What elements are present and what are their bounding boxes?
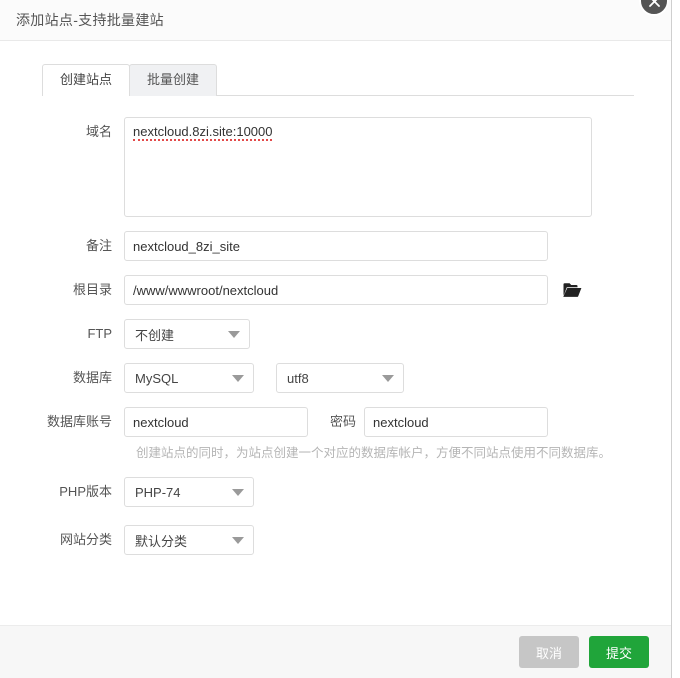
dialog-header: 添加站点-支持批量建站 [0, 0, 671, 41]
chevron-down-icon [382, 375, 394, 382]
chevron-down-icon [232, 489, 244, 496]
db-account-input[interactable] [124, 407, 308, 437]
form-row-root-dir: 根目录 [0, 275, 671, 305]
page-title: 添加站点-支持批量建站 [16, 12, 164, 28]
folder-open-icon[interactable] [562, 280, 582, 300]
folder-open-glyph [562, 283, 581, 297]
close-glyph [648, 0, 660, 7]
submit-button[interactable]: 提交 [589, 636, 649, 668]
form-row-php-version: PHP版本 PHP-74 [0, 477, 671, 507]
tab-create-site-label: 创建站点 [60, 72, 113, 87]
form-row-remark: 备注 [0, 231, 671, 261]
tab-batch-create[interactable]: 批量创建 [129, 64, 218, 96]
tab-batch-create-label: 批量创建 [147, 72, 200, 87]
root-dir-input[interactable] [124, 275, 548, 305]
chevron-down-icon [232, 537, 244, 544]
php-version-label: PHP版本 [59, 484, 112, 499]
site-category-value: 默认分类 [135, 533, 188, 549]
domain-input-value: nextcloud.8zi.site:10000 [133, 124, 273, 141]
php-version-select[interactable]: PHP-74 [124, 477, 254, 507]
database-charset-select[interactable]: utf8 [276, 363, 404, 393]
form-row-domain: 域名 nextcloud.8zi.site:10000 [0, 117, 671, 217]
ftp-label: FTP [87, 326, 112, 341]
db-account-hint-row: 创建站点的同时，为站点创建一个对应的数据库帐户，方便不同站点使用不同数据库。 [0, 443, 671, 463]
chevron-down-icon [232, 375, 244, 382]
hint-spacer [0, 443, 124, 463]
tab-create-site[interactable]: 创建站点 [42, 64, 131, 97]
php-version-value: PHP-74 [135, 484, 181, 500]
site-category-select[interactable]: 默认分类 [124, 525, 254, 555]
add-site-dialog: 添加站点-支持批量建站 创建站点 批量创建 域名 nextcloud.8zi.s… [0, 0, 672, 678]
ftp-select-value: 不创建 [135, 327, 175, 343]
chevron-down-icon [228, 331, 240, 338]
root-dir-label: 根目录 [72, 282, 112, 297]
site-category-label: 网站分类 [59, 532, 112, 547]
remark-input[interactable] [124, 231, 548, 261]
domain-input[interactable]: nextcloud.8zi.site:10000 [124, 117, 592, 217]
database-type-value: MySQL [135, 370, 179, 386]
tab-bar: 创建站点 批量创建 [0, 64, 671, 97]
add-site-form: 域名 nextcloud.8zi.site:10000 备注 根目录 [0, 96, 671, 555]
db-password-input[interactable] [364, 407, 549, 437]
cancel-button[interactable]: 取消 [519, 636, 579, 668]
form-row-db-account: 数据库账号 密码 [0, 407, 671, 437]
dialog-footer: 取消 提交 [0, 625, 671, 678]
form-row-site-category: 网站分类 默认分类 [0, 525, 671, 555]
ftp-select[interactable]: 不创建 [124, 319, 250, 349]
form-row-ftp: FTP 不创建 [0, 319, 671, 349]
db-account-label: 数据库账号 [46, 414, 112, 429]
form-row-database: 数据库 MySQL utf8 [0, 363, 671, 393]
db-account-hint: 创建站点的同时，为站点创建一个对应的数据库帐户，方便不同站点使用不同数据库。 [136, 446, 612, 460]
db-password-label: 密码 [330, 414, 357, 429]
database-type-select[interactable]: MySQL [124, 363, 254, 393]
domain-label: 域名 [85, 124, 112, 139]
remark-label: 备注 [85, 238, 112, 253]
database-label: 数据库 [72, 370, 112, 385]
database-charset-value: utf8 [287, 370, 309, 386]
